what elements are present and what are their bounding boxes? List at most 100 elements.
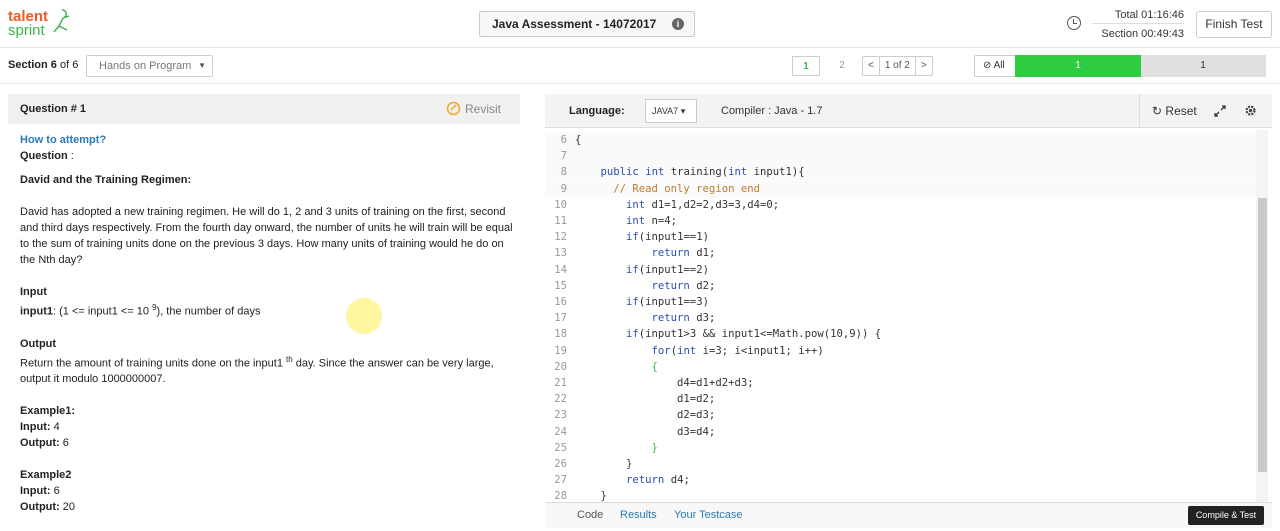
code-line: 18 if(input1>3 && input1<=Math.pow(10,9)… [545,326,1257,342]
code-text: } [575,490,607,502]
question-label-text: Question [20,150,68,162]
revisit-icon [446,101,461,116]
question-body: How to attempt? Question : David and the… [20,132,518,515]
line-number: 25 [554,441,567,454]
input-description: input1: (1 <= input1 <= 10 9), the numbe… [20,300,518,320]
section-number: Section 6 [8,59,57,71]
code-text: if(input1>3 && input1<=Math.pow(10,9)) { [626,328,882,341]
line-number: 27 [554,474,567,487]
example-1-output-value: 6 [59,437,69,450]
info-icon[interactable]: i [672,18,684,30]
tab-results[interactable]: Results [620,509,657,521]
finish-test-button[interactable]: Finish Test [1196,11,1272,38]
check-circle-icon: ⊘ [983,60,992,71]
example-1-output-label: Output: [20,437,60,450]
assessment-title[interactable]: Java Assessment - 14072017 i [479,11,695,37]
input-heading: Input [20,284,518,300]
code-editor-panel: Language: JAVA7 ▾ Compiler : Java - 1.7 … [545,94,1272,531]
line-number: 22 [554,393,567,406]
line-number: 14 [554,263,567,276]
question-page-2[interactable]: 2 [832,56,852,76]
code-text: int n=4; [626,215,678,227]
line-number: 20 [554,360,567,373]
top-bar: talent sprint Java Assessment - 14072017… [0,0,1280,48]
talentsprint-logo[interactable]: talent sprint [8,7,78,41]
section-bar: Section 6 of 6 Hands on Program ▼ 1 2 < … [0,48,1280,84]
example-2-output-label: Output: [20,501,60,514]
code-line: 27 return d4; [545,472,1257,488]
input-heading-text: Input [20,286,47,298]
code-area[interactable]: 6{7 8 public int training(int input1){9 /… [545,130,1272,502]
code-text: } [575,458,633,470]
reset-button[interactable]: ↻ Reset [1139,94,1207,128]
example-1-input: Input: 4 [20,419,518,435]
example-1-title: Example1: [20,403,518,419]
page-indicator: 1 of 2 [878,57,915,75]
line-number: 15 [554,279,567,292]
gear-icon[interactable] [1243,103,1258,118]
filter-all-label: All [993,60,1005,71]
question-page-1[interactable]: 1 [792,56,820,76]
output-sup: th [286,354,293,364]
how-to-attempt-link[interactable]: How to attempt? [20,132,518,148]
tab-your-testcase[interactable]: Your Testcase [674,509,743,521]
example-1-input-label: Input: [20,421,51,434]
total-timer: Total 01:16:46 [1092,6,1184,24]
section-select[interactable]: Hands on Program ▼ [86,55,213,77]
code-line: 26 } [545,456,1257,472]
expand-icon[interactable] [1213,104,1227,118]
editor-scrollbar-thumb[interactable] [1258,198,1267,472]
code-text: for(int i=3; i<input1; i++) [651,344,824,357]
code-line: 15 return d2; [545,278,1257,294]
filter-all-button[interactable]: ⊘ All [974,55,1016,77]
revisit-button[interactable]: Revisit [446,101,501,116]
code-text: // Read only region end [575,182,760,195]
section-timer: Section 00:49:43 [1101,28,1184,40]
code-text: return d4; [626,474,690,487]
output-pre: Return the amount of training units done… [20,357,287,370]
question-label: Question : [20,148,518,164]
logo-figure-icon [53,9,70,33]
code-text: int d1=1,d2=2,d3=3,d4=0; [626,198,780,211]
code-text: d3=d4; [575,425,716,438]
section-label: Section 6 of 6 [8,59,78,71]
code-line: 8 public int training(int input1){ [545,164,1257,181]
attempt-progress-bar: 1 1 [1015,55,1266,77]
output-heading: Output [20,336,518,352]
section-select-value: Hands on Program [99,60,192,72]
question-title: Question # 1 [20,103,87,115]
input-desc-pre: : (1 <= input1 <= 10 [53,305,153,318]
line-number: 7 [560,150,567,163]
reset-label: Reset [1165,104,1197,118]
tab-code[interactable]: Code [577,509,603,521]
example-2-title: Example2 [20,467,518,483]
section-total: of 6 [56,59,79,71]
code-text: if(input1==3) [626,296,709,308]
line-number: 12 [554,231,567,244]
refresh-icon: ↻ [1152,104,1163,118]
question-header: Question # 1 Revisit [8,94,520,124]
language-select[interactable]: JAVA7 ▾ [645,99,697,123]
next-page-button[interactable]: > [914,57,932,75]
code-text: if(input1==1) [626,231,709,244]
caret-down-icon: ▾ [680,106,686,116]
line-number: 6 [560,134,567,146]
code-text: d4=d1+d2+d3; [575,377,754,389]
question-panel: Question # 1 Revisit How to attempt? Que… [8,94,520,531]
editor-footer: Code Results Your Testcase Compile & Tes… [545,502,1272,528]
line-number: 19 [554,344,567,357]
line-number: 10 [554,198,567,211]
compile-and-test-button[interactable]: Compile & Test [1188,506,1264,525]
code-line: 21 d4=d1+d2+d3; [545,375,1257,391]
progress-remaining: 1 [1200,60,1206,71]
prev-page-button[interactable]: < [863,57,879,75]
example-2-output-value: 20 [59,501,75,514]
code-line: 17 return d3; [545,310,1257,326]
line-number: 23 [554,409,567,422]
code-text: if(input1==2) [626,263,709,276]
line-number: 13 [554,247,567,260]
example-2-input-value: 6 [50,485,60,498]
example-2-input-label: Input: [20,485,51,498]
compiler-version: Compiler : Java - 1.7 [721,105,823,117]
pagination: < 1 of 2 > [862,56,933,76]
